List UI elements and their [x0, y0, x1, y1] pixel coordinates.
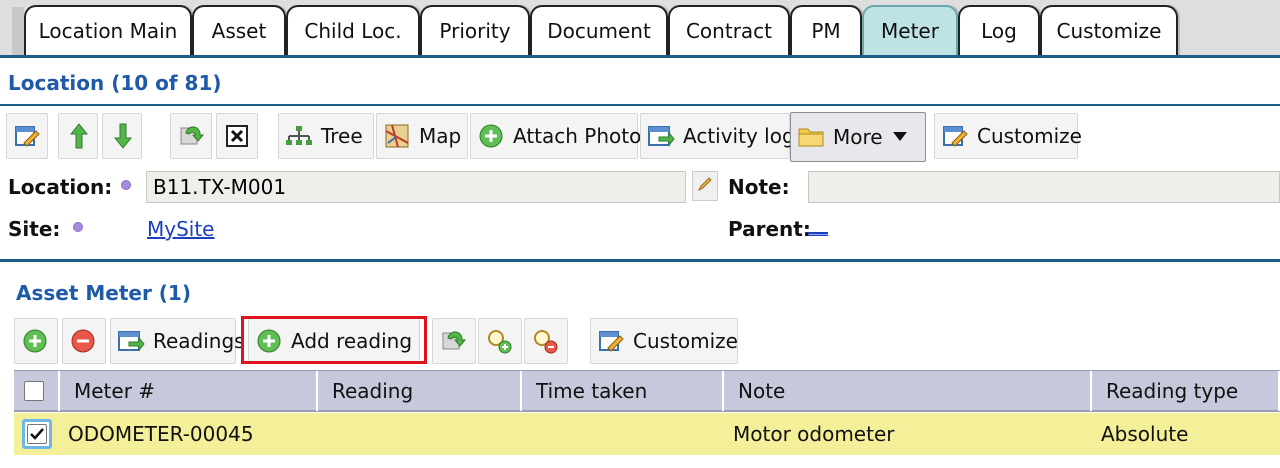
tree-icon: [285, 122, 313, 150]
more-dropdown[interactable]: More: [790, 112, 926, 162]
add-icon: [21, 327, 49, 355]
column-header-reading-type[interactable]: Reading type: [1092, 371, 1280, 411]
refresh-icon: [177, 122, 205, 150]
remove-meter-button[interactable]: [62, 318, 106, 364]
column-header-time-taken[interactable]: Time taken: [522, 371, 724, 411]
zoom-out-icon: [531, 327, 559, 355]
tab-contract[interactable]: Contract: [668, 5, 790, 55]
next-record-button[interactable]: [102, 113, 142, 159]
refresh-meters-button[interactable]: [432, 318, 476, 364]
column-header-meter[interactable]: Meter #: [60, 371, 318, 411]
arrow-up-icon: [65, 122, 93, 150]
site-link[interactable]: MySite: [147, 217, 215, 241]
asset-meter-title: Asset Meter (1): [16, 281, 191, 305]
row-checkbox-wrap[interactable]: [22, 419, 52, 449]
cell-note: Motor odometer: [733, 422, 895, 446]
tab-document[interactable]: Document: [530, 5, 668, 55]
arrow-down-icon: [109, 122, 137, 150]
readings-label: Readings: [153, 329, 245, 353]
tab-bar: Location Main Asset Child Loc. Priority …: [0, 0, 1280, 58]
edit-icon: [13, 122, 41, 150]
column-header-note[interactable]: Note: [724, 371, 1092, 411]
activity-log-button[interactable]: Activity log: [640, 113, 795, 159]
zoom-in-button[interactable]: [478, 318, 522, 364]
tab-asset[interactable]: Asset: [192, 5, 286, 55]
section-divider: [0, 259, 1280, 262]
customize-meter-label: Customize: [633, 329, 738, 353]
activity-log-icon: [647, 122, 675, 150]
select-all-cell: [14, 371, 60, 411]
zoom-in-icon: [485, 327, 513, 355]
add-meter-button[interactable]: [14, 318, 58, 364]
parent-link[interactable]: __: [808, 212, 828, 236]
tab-meter[interactable]: Meter: [862, 5, 958, 55]
add-icon: [477, 122, 505, 150]
more-label: More: [833, 125, 883, 149]
cell-reading-type: Absolute: [1101, 422, 1189, 446]
customize-icon: [597, 327, 625, 355]
tree-button[interactable]: Tree: [278, 113, 374, 159]
customize-icon: [941, 122, 969, 150]
map-icon: [383, 122, 411, 150]
tab-child-loc[interactable]: Child Loc.: [286, 5, 420, 55]
cell-meter: ODOMETER-00045: [68, 422, 254, 446]
close-record-button[interactable]: [216, 113, 258, 159]
activity-log-label: Activity log: [683, 124, 795, 148]
table-header: Meter # Reading Time taken Note Reading …: [14, 370, 1280, 412]
tree-label: Tree: [321, 124, 363, 148]
previous-record-button[interactable]: [58, 113, 98, 159]
customize-toolbar-button[interactable]: Customize: [934, 113, 1082, 159]
refresh-icon: [439, 327, 467, 355]
tab-pm[interactable]: PM: [790, 5, 862, 55]
row-checkbox[interactable]: [27, 424, 47, 444]
location-input[interactable]: [146, 171, 686, 203]
required-indicator: [121, 180, 131, 190]
refresh-button[interactable]: [170, 113, 212, 159]
table-row[interactable]: ODOMETER-00045 Motor odometer Absolute: [14, 413, 1280, 455]
customize-label: Customize: [977, 124, 1082, 148]
parent-label: Parent:: [728, 217, 811, 241]
column-header-reading[interactable]: Reading: [318, 371, 522, 411]
close-icon: [223, 122, 251, 150]
map-label: Map: [419, 124, 462, 148]
pencil-icon: [697, 176, 713, 196]
folder-icon: [797, 123, 825, 151]
location-label: Location:: [8, 175, 113, 199]
zoom-out-button[interactable]: [524, 318, 568, 364]
divider: [0, 104, 1280, 106]
customize-meter-button[interactable]: Customize: [590, 318, 738, 364]
readings-icon: [117, 327, 145, 355]
page-title: Location (10 of 81): [8, 71, 222, 95]
dropdown-arrow-icon: [891, 123, 909, 151]
tab-bar-edge: [12, 7, 24, 55]
note-label: Note:: [728, 175, 790, 199]
remove-icon: [69, 327, 97, 355]
required-indicator: [73, 222, 83, 232]
map-button[interactable]: Map: [376, 113, 468, 159]
edit-button[interactable]: [6, 113, 48, 159]
edit-location-button[interactable]: [692, 171, 718, 201]
site-label: Site:: [8, 217, 61, 241]
tab-location-main[interactable]: Location Main: [24, 5, 192, 55]
tab-customize[interactable]: Customize: [1040, 5, 1178, 55]
attach-photo-button[interactable]: Attach Photo: [470, 113, 642, 159]
tab-priority[interactable]: Priority: [420, 5, 530, 55]
checkmark-icon: [30, 428, 44, 440]
note-input[interactable]: [808, 171, 1280, 203]
readings-button[interactable]: Readings: [110, 318, 245, 364]
tab-log[interactable]: Log: [958, 5, 1040, 55]
attach-photo-label: Attach Photo: [513, 124, 642, 148]
add-reading-highlight: [241, 316, 427, 364]
select-all-checkbox[interactable]: [24, 381, 44, 401]
